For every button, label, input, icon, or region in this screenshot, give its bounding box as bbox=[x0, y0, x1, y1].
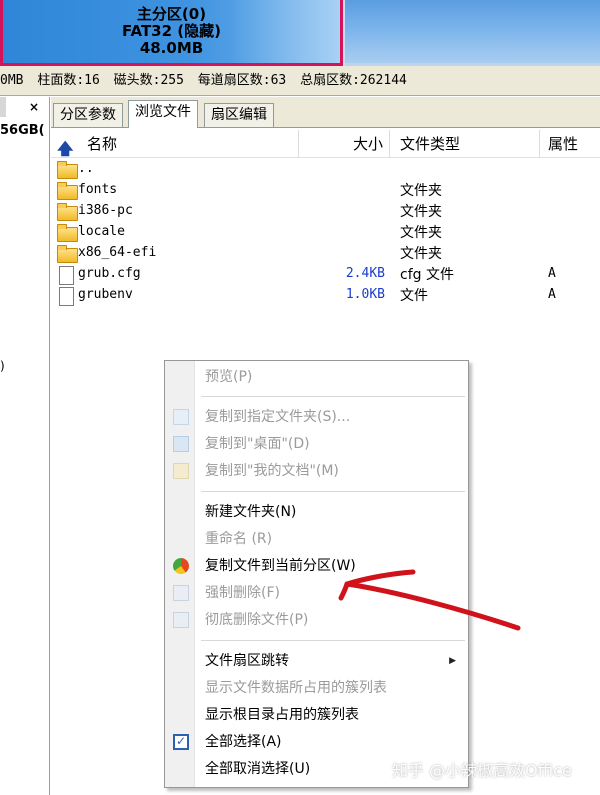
partition-filesystem: FAT32 (隐藏) bbox=[121, 22, 221, 40]
disk-tree-fragment: ) bbox=[0, 359, 5, 373]
file-name: .. bbox=[78, 161, 94, 176]
desktop-icon bbox=[173, 436, 189, 452]
file-row-parent[interactable]: .. bbox=[51, 159, 600, 180]
cylinders-count: 柱面数:16 bbox=[37, 73, 100, 88]
file-icon bbox=[57, 266, 77, 285]
file-row[interactable]: grubenv 1.0KB 文件 A bbox=[51, 285, 600, 306]
menu-item-force-delete[interactable]: 强制删除(F) bbox=[165, 580, 468, 606]
file-name: i386-pc bbox=[78, 203, 133, 218]
menu-item-root-cluster-list[interactable]: 显示根目录占用的簇列表 bbox=[165, 702, 468, 728]
folder-icon bbox=[57, 245, 78, 263]
menu-item-copy-to-current-partition[interactable]: 复制文件到当前分区(W) bbox=[165, 553, 468, 579]
size-suffix: 0MB bbox=[0, 73, 24, 88]
primary-partition-block[interactable]: 主分区(0) FAT32 (隐藏) 48.0MB bbox=[0, 0, 343, 66]
file-icon bbox=[57, 287, 77, 306]
file-row[interactable]: x86_64-efi 文件夹 bbox=[51, 243, 600, 264]
menu-item-wipe-file[interactable]: 彻底删除文件(P) bbox=[165, 607, 468, 633]
file-size: 2.4KB bbox=[345, 266, 385, 281]
column-header-attr[interactable]: 属性 bbox=[540, 130, 600, 158]
file-name: fonts bbox=[78, 182, 118, 197]
file-type: 文件夹 bbox=[400, 183, 442, 199]
close-pane-icon[interactable]: × bbox=[29, 100, 39, 114]
file-list-header: 🡅 名称 大小 文件类型 属性 bbox=[51, 130, 600, 158]
menu-item-copy-to-documents[interactable]: 复制到"我的文档"(M) bbox=[165, 458, 468, 484]
file-name: locale bbox=[78, 224, 125, 239]
menu-separator bbox=[201, 640, 465, 641]
disk-tree-item[interactable]: 56GB( bbox=[0, 123, 45, 138]
partition-bar: 主分区(0) FAT32 (隐藏) 48.0MB bbox=[0, 0, 600, 66]
tab-sector-edit[interactable]: 扇区编辑 bbox=[204, 103, 274, 127]
menu-item-file-cluster-list[interactable]: 显示文件数据所占用的簇列表 bbox=[165, 675, 468, 701]
menu-item-new-folder[interactable]: 新建文件夹(N) bbox=[165, 499, 468, 525]
second-partition-block[interactable] bbox=[345, 0, 600, 66]
column-header-size[interactable]: 大小 bbox=[299, 130, 390, 158]
menu-item-copy-to-folder[interactable]: 复制到指定文件夹(S)... bbox=[165, 404, 468, 430]
heads-count: 磁头数:255 bbox=[113, 73, 184, 88]
menu-item-rename[interactable]: 重命名 (R) bbox=[165, 526, 468, 552]
file-type: 文件 bbox=[400, 288, 428, 304]
partition-size: 48.0MB bbox=[139, 39, 204, 57]
file-attr: A bbox=[548, 287, 556, 302]
file-row[interactable]: fonts 文件夹 bbox=[51, 180, 600, 201]
wipe-icon bbox=[173, 612, 189, 628]
total-sectors: 总扇区数:262144 bbox=[300, 73, 407, 88]
tab-browse-files[interactable]: 浏览文件 bbox=[128, 100, 198, 128]
file-attr: A bbox=[548, 266, 556, 281]
tab-strip: 分区参数 浏览文件 扇区编辑 bbox=[51, 97, 600, 128]
select-all-check-icon: ✓ bbox=[173, 734, 189, 750]
delete-icon bbox=[173, 585, 189, 601]
partition-pie-icon bbox=[173, 558, 189, 574]
menu-item-file-sector-jump[interactable]: 文件扇区跳转 ▶ bbox=[165, 648, 468, 674]
folder-icon bbox=[57, 203, 78, 221]
menu-item-select-all[interactable]: ✓ 全部选择(A) bbox=[165, 729, 468, 755]
submenu-arrow-icon: ▶ bbox=[449, 656, 456, 666]
disk-geometry-bar: 0MB 柱面数:16 磁头数:255 每道扇区数:63 总扇区数:262144 bbox=[0, 66, 600, 96]
file-row[interactable]: i386-pc 文件夹 bbox=[51, 201, 600, 222]
column-header-type[interactable]: 文件类型 bbox=[390, 130, 540, 158]
file-name: grub.cfg bbox=[78, 266, 141, 281]
sectors-per-track: 每道扇区数:63 bbox=[197, 73, 287, 88]
file-name: grubenv bbox=[78, 287, 133, 302]
context-menu: 预览(P) 复制到指定文件夹(S)... 复制到"桌面"(D) 复制到"我的文档… bbox=[164, 360, 469, 788]
copy-icon bbox=[173, 409, 189, 425]
folder-icon bbox=[57, 161, 78, 179]
tab-partition-params[interactable]: 分区参数 bbox=[53, 103, 123, 127]
disk-tree-pane: × 56GB( ) bbox=[0, 97, 50, 795]
file-row[interactable]: locale 文件夹 bbox=[51, 222, 600, 243]
menu-item-preview[interactable]: 预览(P) bbox=[165, 364, 468, 390]
menu-item-copy-to-desktop[interactable]: 复制到"桌面"(D) bbox=[165, 431, 468, 457]
pane-splitter[interactable] bbox=[0, 97, 6, 117]
menu-separator bbox=[201, 396, 465, 397]
file-type: cfg 文件 bbox=[400, 267, 454, 283]
file-type: 文件夹 bbox=[400, 225, 442, 241]
column-header-name[interactable]: 🡅 名称 bbox=[51, 130, 299, 158]
file-name: x86_64-efi bbox=[78, 245, 157, 260]
partition-title: 主分区(0) bbox=[136, 5, 207, 23]
file-row[interactable]: grub.cfg 2.4KB cfg 文件 A bbox=[51, 264, 600, 285]
file-size: 1.0KB bbox=[345, 287, 385, 302]
documents-icon bbox=[173, 463, 189, 479]
watermark: 知乎 @小辣椒高效Office bbox=[392, 761, 572, 780]
folder-icon bbox=[57, 224, 78, 242]
folder-icon bbox=[57, 182, 78, 200]
file-type: 文件夹 bbox=[400, 246, 442, 262]
menu-separator bbox=[201, 491, 465, 492]
file-type: 文件夹 bbox=[400, 204, 442, 220]
